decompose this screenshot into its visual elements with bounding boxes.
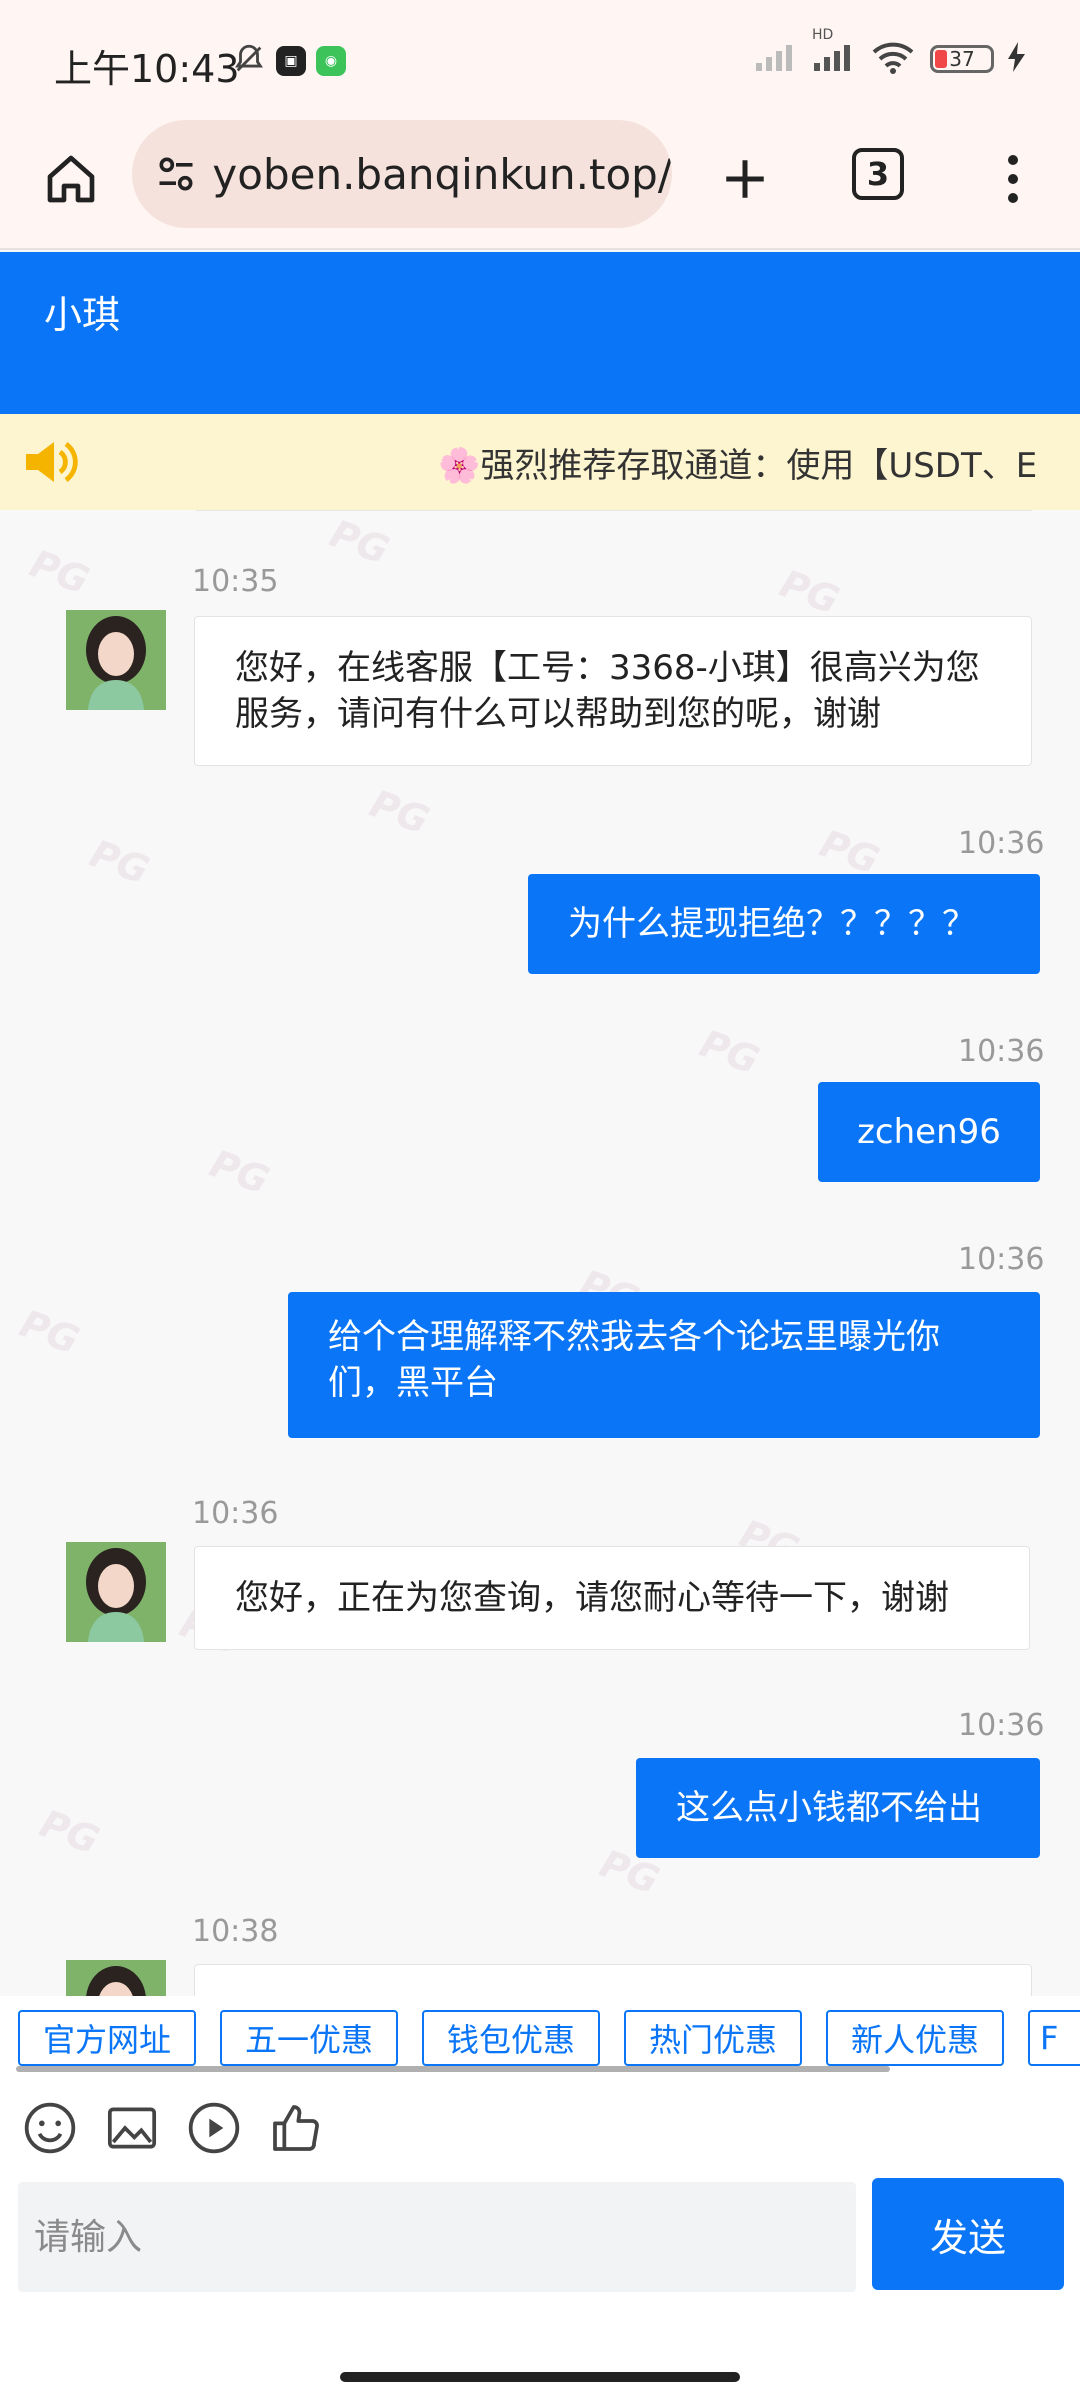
- message-text: 为什么提现拒绝？？？？？: [568, 904, 976, 944]
- watermark: PG: [204, 1141, 275, 1203]
- emoji-icon[interactable]: [20, 2098, 80, 2158]
- quick-tag-newbie-offer[interactable]: 新人优惠: [826, 2010, 1004, 2066]
- watermark: PG: [364, 781, 435, 843]
- browser-toolbar: yoben.banqinkun.top/ 3: [0, 120, 1080, 250]
- app-notification-icon: ▣: [276, 46, 306, 76]
- outgoing-message-bubble[interactable]: 这么点小钱都不给出: [636, 1758, 1040, 1858]
- battery-indicator: 37: [930, 45, 994, 73]
- wifi-icon: [870, 40, 916, 78]
- message-time: 10:36: [958, 1708, 1045, 1743]
- watermark: PG: [84, 831, 155, 893]
- quick-tag-mayday-offer[interactable]: 五一优惠: [220, 2010, 398, 2066]
- message-list[interactable]: PG PG PG PG PG PG PG PG PG PG PG PG PG P…: [0, 510, 1080, 1996]
- agent-avatar[interactable]: [66, 1542, 166, 1642]
- watermark: PG: [774, 561, 845, 623]
- chat-header: 小琪: [0, 252, 1080, 414]
- message-text: zchen96: [857, 1112, 1001, 1152]
- message-text: 您好，正在为您查询，请您耐心等待一下，谢谢: [235, 1578, 949, 1618]
- incoming-message-bubble[interactable]: 您好，正在为您查询，请您耐心等待一下，谢谢: [194, 1546, 1030, 1650]
- quick-bar-scrollbar[interactable]: [16, 2066, 890, 2072]
- message-time: 10:36: [958, 1242, 1045, 1277]
- message-input[interactable]: [18, 2182, 856, 2292]
- quick-tag-wallet-offer[interactable]: 钱包优惠: [422, 2010, 600, 2066]
- home-icon[interactable]: [36, 144, 106, 214]
- quick-tag-official-site[interactable]: 官方网址: [18, 2010, 196, 2066]
- signal-weak-icon: [754, 41, 798, 77]
- incoming-message-bubble[interactable]: 您好，在线客服【工号：3368-小琪】很高兴为您服务，请问有什么可以帮助到您的呢…: [194, 616, 1032, 766]
- url-text[interactable]: yoben.banqinkun.top/: [212, 150, 672, 199]
- site-settings-icon[interactable]: [154, 149, 198, 199]
- status-system-icons: HD 37: [754, 27, 1026, 78]
- watermark: PG: [24, 541, 95, 603]
- message-time: 10:35: [192, 564, 279, 599]
- charging-icon: [1008, 42, 1026, 76]
- notice-bar[interactable]: 🌸强烈推荐存取通道：使用【USDT、E: [0, 414, 1080, 510]
- android-notification-icon: ◉: [316, 46, 346, 76]
- outgoing-message-bubble[interactable]: 为什么提现拒绝？？？？？: [528, 874, 1040, 974]
- network-hd-label: HD: [812, 27, 834, 43]
- message-text: 这么点小钱都不给出: [676, 1788, 982, 1828]
- quick-tag-hot-offer[interactable]: 热门优惠: [624, 2010, 802, 2066]
- message-text: 您好，在线客服【工号：3368-小琪】很高兴为您服务，请问有什么可以帮助到您的呢…: [235, 648, 980, 734]
- home-indicator[interactable]: [340, 2372, 740, 2382]
- tabs-button[interactable]: 3: [852, 148, 904, 200]
- bell-off-icon: [232, 42, 266, 80]
- input-row: 发送: [0, 2172, 1080, 2320]
- watermark: PG: [34, 1801, 105, 1863]
- message-time: 10:36: [958, 826, 1045, 861]
- incoming-message-bubble[interactable]: [194, 1964, 1032, 1996]
- quick-tag-more[interactable]: F: [1028, 2010, 1080, 2066]
- message-text: 给个合理解释不然我去各个论坛里曝光你们，黑平台: [328, 1317, 940, 1403]
- battery-level: 37: [949, 47, 975, 71]
- watermark: PG: [324, 511, 395, 573]
- more-vert-icon[interactable]: [988, 144, 1038, 214]
- notice-text: 🌸强烈推荐存取通道：使用【USDT、E: [438, 446, 1038, 486]
- outgoing-message-bubble[interactable]: zchen96: [818, 1082, 1040, 1182]
- navigation-area: [0, 2320, 1080, 2400]
- thumbs-up-icon[interactable]: [266, 2098, 326, 2158]
- message-time: 10:38: [192, 1914, 279, 1949]
- watermark: PG: [14, 1301, 85, 1363]
- agent-avatar[interactable]: [66, 610, 166, 710]
- status-notification-icons: ▣ ◉: [232, 42, 346, 80]
- address-bar[interactable]: yoben.banqinkun.top/: [132, 120, 672, 228]
- message-time: 10:36: [192, 1496, 279, 1531]
- agent-avatar[interactable]: [66, 1960, 166, 1996]
- message-time: 10:36: [958, 1034, 1045, 1069]
- send-button[interactable]: 发送: [872, 2178, 1064, 2290]
- battery-fill: [935, 50, 947, 68]
- previous-message-edge: [196, 510, 1032, 511]
- input-toolbar: [0, 2080, 1080, 2172]
- video-icon[interactable]: [184, 2098, 244, 2158]
- signal-hd-icon: HD: [812, 27, 856, 77]
- image-icon[interactable]: [102, 2098, 162, 2158]
- status-bar: 上午10:43 ▣ ◉ HD 37: [0, 0, 1080, 120]
- plus-icon[interactable]: [710, 144, 780, 214]
- watermark: PG: [694, 1021, 765, 1083]
- agent-name: 小琪: [44, 293, 121, 337]
- outgoing-message-bubble[interactable]: 给个合理解释不然我去各个论坛里曝光你们，黑平台: [288, 1292, 1040, 1438]
- status-time: 上午10:43: [54, 47, 240, 91]
- speaker-icon: [22, 436, 78, 488]
